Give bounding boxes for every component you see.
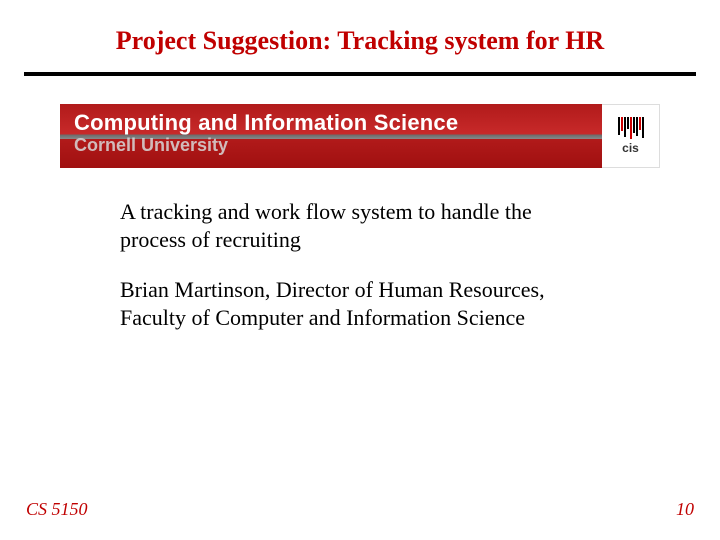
paragraph-1: A tracking and work flow system to handl… <box>120 198 600 254</box>
slide-footer: CS 5150 10 <box>0 499 720 520</box>
paragraph-2: Brian Martinson, Director of Human Resou… <box>120 276 600 332</box>
slide: Project Suggestion: Tracking system for … <box>0 0 720 540</box>
footer-course: CS 5150 <box>26 499 88 520</box>
title-divider <box>24 72 696 76</box>
banner-red-area: Computing and Information Science Cornel… <box>60 104 602 168</box>
cis-logo: cis <box>602 104 660 168</box>
slide-title: Project Suggestion: Tracking system for … <box>0 0 720 72</box>
logo-text: cis <box>622 141 639 155</box>
banner-main-text: Computing and Information Science <box>74 112 602 134</box>
footer-page-number: 10 <box>676 499 694 520</box>
department-banner: Computing and Information Science Cornel… <box>60 104 660 168</box>
barcode-icon <box>618 117 644 139</box>
banner-sub-text: Cornell University <box>74 136 602 154</box>
